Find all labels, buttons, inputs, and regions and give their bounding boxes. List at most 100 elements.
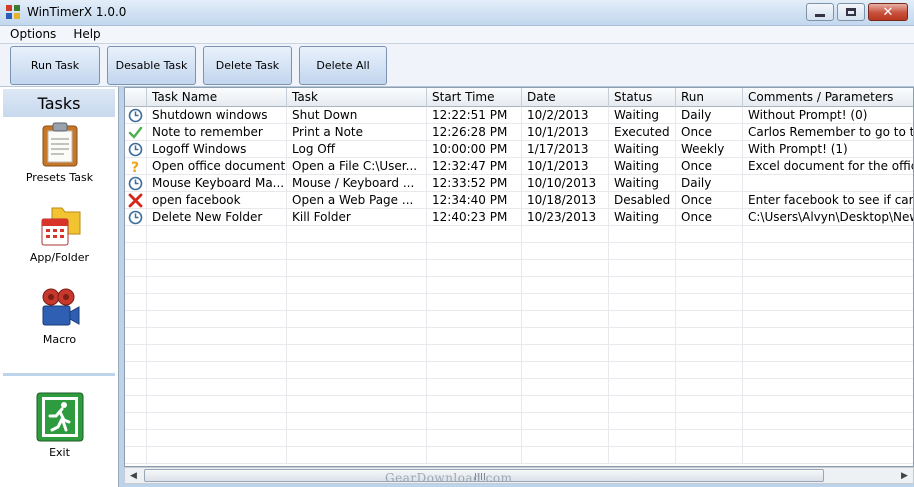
horizontal-scrollbar[interactable]: ◀ ▶ — [124, 467, 914, 484]
column-header-task[interactable]: Task — [287, 88, 427, 107]
run-task-button[interactable]: Run Task — [10, 46, 100, 85]
empty-cell — [427, 362, 522, 379]
start-time-cell: 12:33:52 PM — [427, 175, 522, 192]
folder-calendar-icon — [41, 207, 80, 246]
empty-cell — [125, 277, 147, 294]
empty-cell — [125, 396, 147, 413]
empty-cell — [287, 447, 427, 464]
empty-cell — [147, 260, 287, 277]
task-name-cell: Delete New Folder — [147, 209, 287, 226]
menu-options[interactable]: Options — [0, 26, 63, 43]
empty-cell — [147, 447, 287, 464]
empty-cell — [743, 447, 913, 464]
comments-cell: Carlos Remember to go to th — [743, 124, 913, 141]
table-row[interactable]: Note to remember Print a Note 12:26:28 PM 1… — [125, 124, 913, 141]
sidebar-title: Tasks — [3, 89, 115, 117]
close-button[interactable]: ✕ — [868, 3, 908, 21]
table-header: Task Name Task Start Time Date Status Ru… — [125, 88, 913, 107]
sidebar-item-app-folder[interactable]: App/Folder — [0, 205, 119, 264]
column-header-start-time[interactable]: Start Time — [427, 88, 522, 107]
empty-cell — [125, 430, 147, 447]
empty-cell — [125, 362, 147, 379]
sidebar-item-presets-task[interactable]: Presets Task — [0, 121, 119, 184]
run-cell: Once — [676, 158, 743, 175]
start-time-cell: 12:22:51 PM — [427, 107, 522, 124]
empty-cell — [743, 311, 913, 328]
empty-cell — [427, 413, 522, 430]
app-icon — [6, 5, 20, 19]
empty-cell — [609, 396, 676, 413]
scroll-left-arrow[interactable]: ◀ — [125, 468, 142, 483]
task-cell: Open a File C:\User... — [287, 158, 427, 175]
date-cell: 10/1/2013 — [522, 158, 609, 175]
empty-cell — [676, 447, 743, 464]
task-name-cell: Mouse Keyboard Ma... — [147, 175, 287, 192]
empty-cell — [609, 379, 676, 396]
svg-text:?: ? — [131, 160, 139, 174]
table-row[interactable]: Delete New Folder Kill Folder 12:40:23 PM 1… — [125, 209, 913, 226]
task-table: Task Name Task Start Time Date Status Ru… — [124, 87, 914, 467]
sidebar-item-macro[interactable]: Macro — [0, 287, 119, 346]
comments-cell: Excel document for the office — [743, 158, 913, 175]
empty-cell — [522, 396, 609, 413]
empty-cell — [743, 243, 913, 260]
minimize-button[interactable] — [806, 3, 834, 21]
date-cell: 10/1/2013 — [522, 124, 609, 141]
delete-all-button[interactable]: Delete All — [299, 46, 387, 85]
table-row[interactable]: ? Open office document Open a File C:\User… — [125, 158, 913, 175]
column-header-task-name[interactable]: Task Name — [147, 88, 287, 107]
empty-cell — [147, 345, 287, 362]
empty-cell — [125, 447, 147, 464]
empty-cell — [287, 243, 427, 260]
scroll-right-arrow[interactable]: ▶ — [896, 468, 913, 483]
column-header-status[interactable]: Status — [609, 88, 676, 107]
empty-cell — [427, 294, 522, 311]
run-cell: Weekly — [676, 141, 743, 158]
column-header-comments[interactable]: Comments / Parameters — [743, 88, 913, 107]
table-row[interactable]: open facebook Open a Web Page ... 12:34:40… — [125, 192, 913, 209]
column-header-icon[interactable] — [125, 88, 147, 107]
empty-cell — [743, 396, 913, 413]
empty-cell — [522, 226, 609, 243]
empty-cell — [147, 277, 287, 294]
table-row[interactable]: Mouse Keyboard Ma... Mouse / Keyboard ...… — [125, 175, 913, 192]
menu-help[interactable]: Help — [63, 26, 107, 43]
exit-button[interactable]: Exit — [0, 392, 119, 459]
delete-task-button[interactable]: Delete Task — [203, 46, 292, 85]
empty-cell — [125, 311, 147, 328]
empty-cell — [609, 243, 676, 260]
table-row — [125, 396, 913, 413]
table-row[interactable]: Logoff Windows Log Off 10:00:00 PM 1/17/201… — [125, 141, 913, 158]
empty-cell — [522, 430, 609, 447]
empty-cell — [287, 430, 427, 447]
empty-cell — [287, 260, 427, 277]
empty-cell — [125, 294, 147, 311]
empty-cell — [147, 362, 287, 379]
task-cell: Kill Folder — [287, 209, 427, 226]
empty-cell — [147, 396, 287, 413]
empty-cell — [427, 379, 522, 396]
empty-cell — [743, 413, 913, 430]
disable-task-button[interactable]: Desable Task — [107, 46, 196, 85]
empty-cell — [427, 277, 522, 294]
maximize-button[interactable] — [837, 3, 865, 21]
task-cell: Log Off — [287, 141, 427, 158]
date-cell: 10/2/2013 — [522, 107, 609, 124]
empty-cell — [427, 260, 522, 277]
empty-cell — [743, 328, 913, 345]
empty-cell — [676, 260, 743, 277]
empty-cell — [125, 328, 147, 345]
empty-cell — [287, 311, 427, 328]
empty-cell — [609, 362, 676, 379]
comments-cell: Without Prompt! (0) — [743, 107, 913, 124]
empty-cell — [125, 226, 147, 243]
sidebar-item-label: App/Folder — [29, 251, 90, 264]
empty-cell — [427, 311, 522, 328]
empty-cell — [427, 396, 522, 413]
column-header-date[interactable]: Date — [522, 88, 609, 107]
table-row[interactable]: Shutdown windows Shut Down 12:22:51 PM 10/2… — [125, 107, 913, 124]
empty-cell — [522, 277, 609, 294]
task-name-cell: Shutdown windows — [147, 107, 287, 124]
column-header-run[interactable]: Run — [676, 88, 743, 107]
start-time-cell: 10:00:00 PM — [427, 141, 522, 158]
